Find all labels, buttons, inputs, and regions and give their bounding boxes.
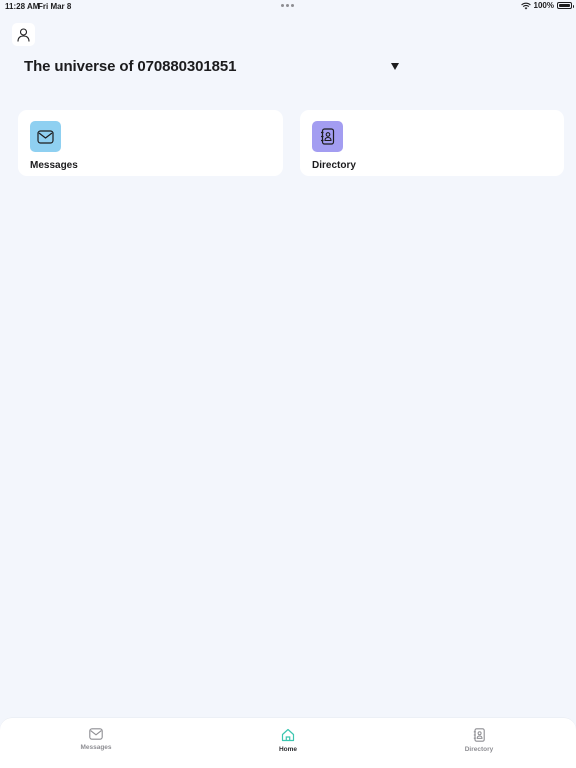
- messages-card-icon-box: [30, 121, 61, 152]
- tab-home[interactable]: Home: [248, 728, 328, 753]
- contact-book-icon: [473, 728, 485, 742]
- multitasking-dots-icon[interactable]: [281, 4, 294, 7]
- tab-messages[interactable]: Messages: [56, 728, 136, 751]
- messages-card-label: Messages: [30, 160, 78, 171]
- directory-card[interactable]: Directory: [300, 110, 564, 176]
- envelope-icon: [89, 728, 103, 740]
- profile-button[interactable]: [12, 23, 35, 46]
- tab-messages-label: Messages: [80, 744, 112, 751]
- tab-home-label: Home: [278, 746, 298, 753]
- home-screen: 11:28 AM Fri Mar 8 100% The universe of …: [0, 0, 576, 768]
- status-time: 11:28 AM: [5, 2, 40, 11]
- tab-directory-label: Directory: [464, 746, 494, 753]
- status-date: Fri Mar 8: [38, 2, 72, 11]
- battery-icon: [557, 2, 574, 9]
- directory-card-icon-box: [312, 121, 343, 152]
- person-icon: [17, 27, 30, 42]
- contact-book-icon: [321, 128, 335, 145]
- directory-card-label: Directory: [312, 160, 356, 171]
- universe-title: The universe of 070880301851: [24, 58, 237, 75]
- universe-selector[interactable]: The universe of 070880301851: [24, 56, 404, 80]
- tab-bar: Messages Home Directory: [0, 718, 576, 768]
- messages-card[interactable]: Messages: [18, 110, 283, 176]
- battery-percent: 100%: [533, 1, 554, 10]
- envelope-icon: [37, 129, 54, 144]
- wifi-icon: [520, 2, 531, 9]
- status-bar: 11:28 AM Fri Mar 8 100%: [0, 0, 576, 14]
- triangle-down-icon[interactable]: [391, 63, 399, 70]
- tab-directory[interactable]: Directory: [439, 728, 519, 753]
- house-icon: [281, 728, 295, 742]
- status-indicators: 100%: [520, 1, 574, 10]
